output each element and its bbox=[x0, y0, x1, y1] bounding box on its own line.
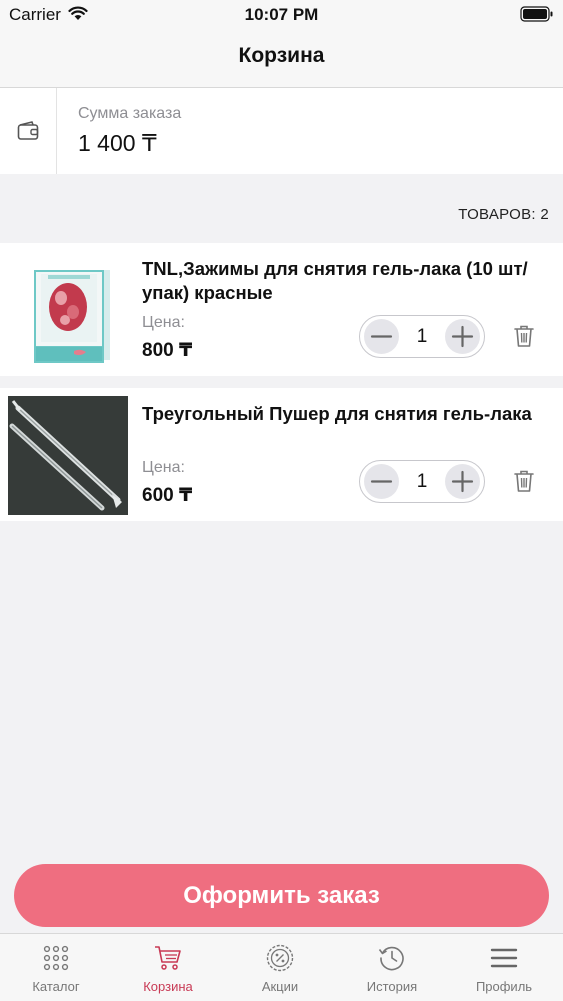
checkout-button[interactable]: Оформить заказ bbox=[14, 864, 549, 927]
tab-label: Корзина bbox=[112, 979, 224, 994]
tab-label: Профиль bbox=[448, 979, 560, 994]
status-bar: Carrier 10:07 PM bbox=[0, 0, 563, 30]
tab-promotions[interactable]: Акции bbox=[224, 934, 336, 1001]
product-image[interactable] bbox=[8, 251, 128, 370]
percent-badge-icon bbox=[266, 944, 294, 977]
product-image[interactable] bbox=[8, 396, 128, 515]
clock: 10:07 PM bbox=[0, 5, 563, 25]
increase-quantity-button[interactable] bbox=[445, 319, 480, 354]
price-value: 600 ₸ bbox=[142, 484, 192, 507]
tab-label: История bbox=[336, 979, 448, 994]
page-title: Корзина bbox=[0, 44, 563, 68]
order-sum-label: Сумма заказа bbox=[78, 105, 181, 123]
price-value: 800 ₸ bbox=[142, 339, 192, 362]
product-name[interactable]: TNL,Зажимы для снятия гель-лака (10 шт/у… bbox=[142, 257, 542, 305]
decrease-quantity-button[interactable] bbox=[364, 319, 399, 354]
trash-icon[interactable] bbox=[513, 469, 535, 498]
items-count: ТОВАРОВ: 2 bbox=[458, 206, 549, 223]
minus-icon bbox=[370, 470, 393, 493]
price-label: Цена: bbox=[142, 459, 185, 477]
minus-icon bbox=[370, 325, 393, 348]
cart-item[interactable]: TNL,Зажимы для снятия гель-лака (10 шт/у… bbox=[0, 243, 563, 376]
decrease-quantity-button[interactable] bbox=[364, 464, 399, 499]
wallet-icon bbox=[17, 121, 39, 146]
order-sum-value: 1 400 ₸ bbox=[78, 130, 157, 157]
tab-label: Акции bbox=[224, 979, 336, 994]
tab-label: Каталог bbox=[0, 979, 112, 994]
cart-item[interactable]: Треугольный Пушер для снятия гель-лака Ц… bbox=[0, 388, 563, 521]
product-name[interactable]: Треугольный Пушер для снятия гель-лака bbox=[142, 402, 542, 426]
quantity-stepper: 1 bbox=[359, 315, 485, 358]
price-label: Цена: bbox=[142, 314, 185, 332]
history-icon bbox=[378, 944, 406, 977]
trash-icon[interactable] bbox=[513, 324, 535, 353]
quantity-value: 1 bbox=[400, 326, 444, 348]
tab-cart[interactable]: Корзина bbox=[112, 934, 224, 1001]
quantity-value: 1 bbox=[400, 471, 444, 493]
tab-catalog[interactable]: Каталог bbox=[0, 934, 112, 1001]
tab-history[interactable]: История bbox=[336, 934, 448, 1001]
tab-bar: Каталог Корзина Акции bbox=[0, 933, 563, 1001]
increase-quantity-button[interactable] bbox=[445, 464, 480, 499]
battery-icon bbox=[520, 6, 554, 27]
menu-icon bbox=[490, 944, 518, 977]
cart-icon bbox=[154, 944, 182, 977]
grid-icon bbox=[42, 944, 70, 977]
wallet-cell bbox=[0, 88, 57, 174]
checkout-button-label: Оформить заказ bbox=[14, 864, 549, 927]
plus-icon bbox=[451, 325, 474, 348]
quantity-stepper: 1 bbox=[359, 460, 485, 503]
navigation-bar: Корзина bbox=[0, 30, 563, 88]
order-summary: Сумма заказа 1 400 ₸ bbox=[0, 88, 563, 174]
tab-profile[interactable]: Профиль bbox=[448, 934, 560, 1001]
plus-icon bbox=[451, 470, 474, 493]
